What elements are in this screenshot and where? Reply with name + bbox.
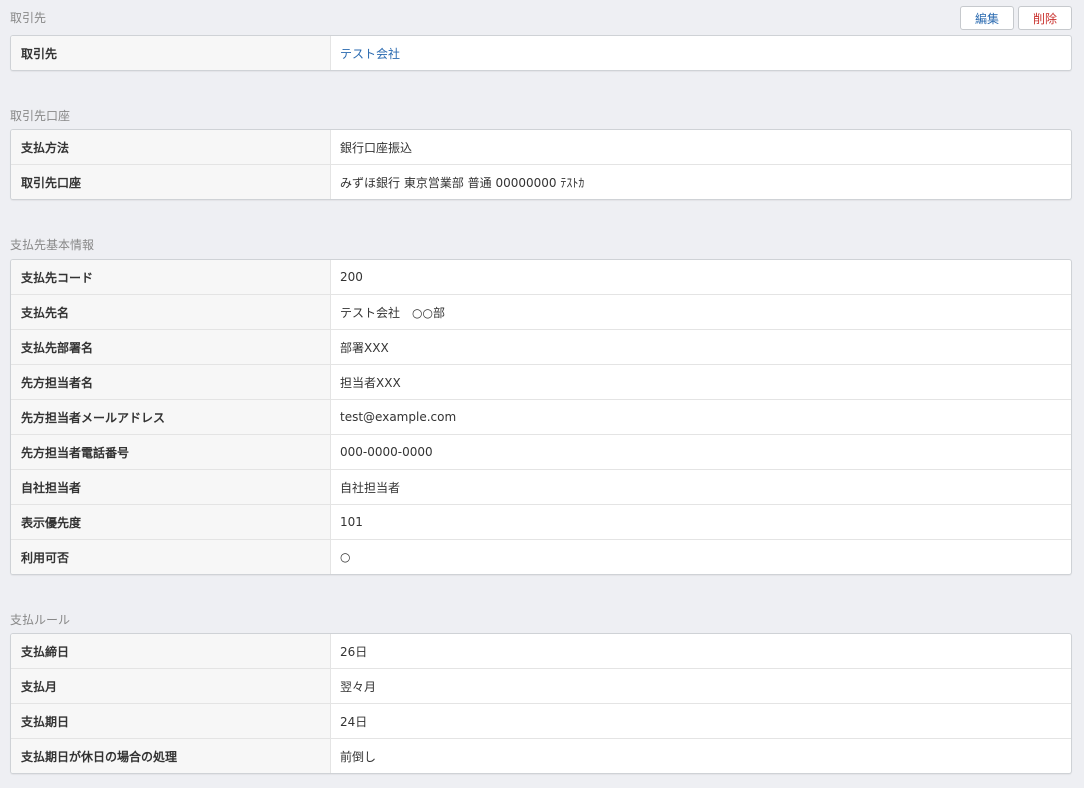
- section-partner: 取引先 取引先 テスト会社: [10, 10, 1072, 71]
- row-value: 前倒し: [340, 749, 377, 764]
- payee-info-panel: 支払先コード 200 支払先名 テスト会社 ○○部 支払先部署名 部署XXX 先…: [10, 259, 1072, 575]
- table-row: 表示優先度 101: [11, 504, 1071, 539]
- row-label: 自社担当者: [11, 470, 331, 504]
- section-partner-account: 取引先口座 支払方法 銀行口座振込 取引先口座 みずほ銀行 東京営業部 普通 0…: [10, 108, 1072, 200]
- row-label: 支払締日: [11, 634, 331, 668]
- row-label: 支払期日: [11, 704, 331, 738]
- table-row: 取引先口座 みずほ銀行 東京営業部 普通 00000000 ﾃｽﾄｶ: [11, 164, 1071, 199]
- table-row: 取引先 テスト会社: [11, 36, 1071, 70]
- row-value: 翌々月: [340, 679, 377, 694]
- table-row: 支払月 翌々月: [11, 668, 1071, 703]
- table-row: 先方担当者メールアドレス test@example.com: [11, 399, 1071, 434]
- row-value: 自社担当者: [340, 480, 401, 495]
- table-row: 支払方法 銀行口座振込: [11, 130, 1071, 164]
- table-row: 利用可否 ○: [11, 539, 1071, 574]
- row-label: 先方担当者電話番号: [11, 435, 331, 469]
- row-label: 先方担当者メールアドレス: [11, 400, 331, 434]
- row-value: テスト会社 ○○部: [340, 305, 445, 320]
- row-value: ○: [340, 550, 351, 564]
- section-payment-rules: 支払ルール 支払締日 26日 支払月 翌々月 支払期日 24日 支払期日が休日の…: [10, 612, 1072, 774]
- row-label: 取引先口座: [11, 165, 331, 199]
- row-value: 担当者XXX: [340, 375, 401, 390]
- table-row: 支払先コード 200: [11, 260, 1071, 294]
- table-row: 支払先名 テスト会社 ○○部: [11, 294, 1071, 329]
- section-title: 取引先口座: [10, 109, 71, 123]
- row-label: 支払先コード: [11, 260, 331, 294]
- row-value: 26日: [340, 644, 368, 659]
- row-value: 101: [340, 515, 363, 529]
- row-label: 支払方法: [11, 130, 331, 164]
- partner-link[interactable]: テスト会社: [331, 36, 1071, 70]
- row-label: 支払先部署名: [11, 330, 331, 364]
- row-label: 支払期日が休日の場合の処理: [11, 739, 331, 773]
- table-row: 支払期日が休日の場合の処理 前倒し: [11, 738, 1071, 773]
- table-row: 支払締日 26日: [11, 634, 1071, 668]
- row-value: 24日: [340, 714, 368, 729]
- section-title: 支払先基本情報: [10, 238, 95, 252]
- table-row: 先方担当者電話番号 000-0000-0000: [11, 434, 1071, 469]
- payment-rules-panel: 支払締日 26日 支払月 翌々月 支払期日 24日 支払期日が休日の場合の処理 …: [10, 633, 1072, 774]
- row-label: 利用可否: [11, 540, 331, 574]
- partner-panel: 取引先 テスト会社: [10, 35, 1072, 71]
- row-label: 表示優先度: [11, 505, 331, 539]
- table-row: 自社担当者 自社担当者: [11, 469, 1071, 504]
- row-value: みずほ銀行 東京営業部 普通 00000000 ﾃｽﾄｶ: [340, 175, 585, 190]
- row-value: 銀行口座振込: [340, 140, 413, 155]
- row-value: 部署XXX: [340, 340, 389, 355]
- row-label: 取引先: [11, 36, 331, 70]
- row-value: 200: [340, 270, 363, 284]
- row-label: 先方担当者名: [11, 365, 331, 399]
- row-value: test@example.com: [340, 410, 457, 424]
- section-payee-info: 支払先基本情報 支払先コード 200 支払先名 テスト会社 ○○部 支払先部署名…: [10, 237, 1072, 575]
- row-label: 支払先名: [11, 295, 331, 329]
- section-title: 支払ルール: [10, 613, 71, 627]
- row-label: 支払月: [11, 669, 331, 703]
- delete-button[interactable]: 削除: [1018, 6, 1072, 30]
- table-row: 先方担当者名 担当者XXX: [11, 364, 1071, 399]
- row-value: 000-0000-0000: [340, 445, 433, 459]
- table-row: 支払先部署名 部署XXX: [11, 329, 1071, 364]
- section-title: 取引先: [10, 11, 47, 25]
- partner-account-panel: 支払方法 銀行口座振込 取引先口座 みずほ銀行 東京営業部 普通 0000000…: [10, 129, 1072, 200]
- edit-button[interactable]: 編集: [960, 6, 1014, 30]
- table-row: 支払期日 24日: [11, 703, 1071, 738]
